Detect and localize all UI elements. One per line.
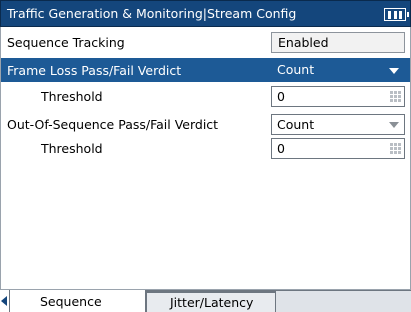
sequence-tracking-value: Enabled [271,32,405,53]
frame-loss-verdict-dropdown[interactable]: Count [271,60,405,81]
tab-bar: Sequence Jitter/Latency [0,289,411,312]
out-of-sequence-threshold-label: Threshold [41,141,103,156]
out-of-sequence-verdict-label: Out-Of-Sequence Pass/Fail Verdict [7,117,219,132]
keypad-icon[interactable] [390,91,401,102]
title-bar: Traffic Generation & Monitoring|Stream C… [0,0,411,27]
out-of-sequence-threshold-input[interactable]: 0 [271,138,405,159]
tab-scroll-left-button[interactable] [0,290,10,312]
frame-loss-verdict-label: Frame Loss Pass/Fail Verdict [7,63,182,78]
chevron-down-icon [389,122,399,128]
frame-loss-threshold-label: Threshold [41,89,103,104]
settings-panel: Sequence Tracking Enabled Frame Loss Pas… [0,27,411,289]
arrow-left-icon [1,296,7,306]
window-title: Traffic Generation & Monitoring|Stream C… [7,6,297,21]
out-of-sequence-verdict-dropdown[interactable]: Count [271,114,405,135]
keypad-icon[interactable] [390,143,401,154]
sequence-tracking-row: Sequence Tracking Enabled [1,30,410,54]
out-of-sequence-threshold-row: Threshold 0 [1,136,410,160]
frame-loss-threshold-input[interactable]: 0 [271,86,405,107]
tab-bar-filler [276,290,411,312]
battery-icon [384,8,409,21]
sequence-tracking-label: Sequence Tracking [7,35,125,50]
frame-loss-threshold-row: Threshold 0 [1,84,410,108]
chevron-down-icon [389,68,399,74]
tab-jitter-latency[interactable]: Jitter/Latency [146,290,276,312]
frame-loss-verdict-row[interactable]: Frame Loss Pass/Fail Verdict Count [1,58,410,82]
out-of-sequence-verdict-row: Out-Of-Sequence Pass/Fail Verdict Count [1,112,410,136]
tab-sequence[interactable]: Sequence [10,290,146,312]
